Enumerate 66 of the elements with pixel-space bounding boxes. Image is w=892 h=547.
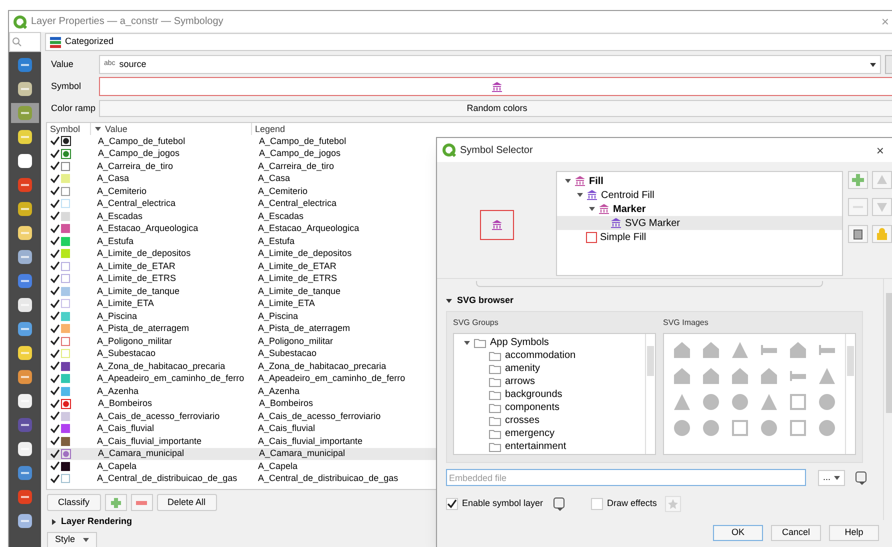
- table-cell-text: A_Limite_de_depositos: [97, 249, 192, 258]
- table-cell-text: A_Campo_de_futebol: [98, 136, 186, 146]
- table-cell-text: A_Estufa: [97, 236, 135, 246]
- table-cell: A_Bombeiros: [259, 399, 314, 408]
- table-cell-text: A_Pista_de_aterragem: [97, 324, 190, 334]
- field-label: Symbol: [51, 80, 82, 93]
- field-label: Value: [51, 58, 74, 71]
- table-cell: A_Pista_de_aterragem: [258, 324, 350, 334]
- table-cell: A_Estufa: [258, 236, 295, 246]
- table-cell: A_Casa: [258, 174, 290, 184]
- table-cell-text: A_Casa: [97, 174, 130, 184]
- panel-label: SVG Images: [663, 317, 710, 329]
- table-cell-text: A_Escadas: [97, 212, 144, 221]
- table-cell-text: A_Capela: [97, 462, 138, 471]
- table-cell-text: A_Limite_de_tanque: [97, 286, 181, 296]
- table-cell: A_Central_de_distribuicao_de_gas: [258, 474, 398, 484]
- table-cell: A_Cemiterio: [258, 186, 308, 196]
- table-cell-text: A_Central_electrica: [97, 199, 177, 208]
- table-cell: A_Apeadeiro_em_caminho_de_ferro: [258, 374, 406, 384]
- table-cell: A_Subestacao: [258, 349, 317, 358]
- table-cell-text: A_Carreira_de_tiro: [97, 162, 174, 171]
- table-cell: A_Campo_de_jogos: [259, 149, 341, 158]
- table-cell: A_Zona_de_habitacao_precaria: [258, 362, 386, 371]
- table-cell-text: A_Limite_de_ETAR: [97, 262, 176, 271]
- table-cell: A_Limite_ETA: [258, 299, 315, 308]
- table-cell: A_Cais_de_acesso_ferroviario: [258, 412, 381, 421]
- table-cell-text: A_Subestacao: [97, 349, 157, 358]
- table-cell-text: A_Azenha: [97, 386, 140, 396]
- table-cell-text: A_Apeadeiro_em_caminho_de_ferro: [97, 374, 246, 384]
- field-value: source: [119, 58, 146, 71]
- checkbox-label: Draw effects: [607, 497, 657, 510]
- table-cell-text: A_Cemiterio: [97, 186, 148, 196]
- table-cell: A_Poligono_militar: [258, 336, 334, 346]
- table-cell: A_Azenha: [258, 386, 300, 396]
- table-cell: A_Capela: [258, 462, 298, 471]
- table-cell: A_Limite_de_tanque: [258, 286, 341, 296]
- table-cell: A_Central_electrica: [258, 199, 337, 208]
- field-label: Color ramp: [51, 102, 97, 115]
- table-cell-text: A_Central_de_distribuicao_de_gas: [97, 474, 238, 484]
- table-cell-text: A_Cais_de_acesso_ferroviario: [97, 412, 221, 421]
- table-cell: A_Escadas: [258, 212, 304, 221]
- checkbox-label: Enable symbol layer: [462, 497, 544, 510]
- table-cell: A_Cais_fluvial_importante: [258, 436, 363, 446]
- table-cell-text: A_Piscina: [97, 312, 138, 321]
- panel-label: SVG Groups: [453, 317, 500, 329]
- dialog-title: Symbol Selector: [460, 144, 533, 158]
- table-cell-text: A_Limite_de_ETRS: [97, 274, 178, 284]
- table-cell: A_Limite_de_ETRS: [258, 274, 338, 284]
- table-cell: A_Piscina: [258, 312, 298, 321]
- table-cell-text: A_Camara_municipal: [98, 449, 186, 458]
- table-cell: A_Carreira_de_tiro: [258, 162, 334, 171]
- table-cell-text: A_Estacao_Arqueologica: [97, 224, 200, 234]
- table-cell: A_Limite_de_depositos: [258, 249, 352, 258]
- table-cell-text: A_Cais_fluvial: [97, 424, 156, 434]
- table-cell: A_Limite_de_ETAR: [258, 262, 336, 271]
- window-title: Layer Properties — a_constr — Symbology: [31, 15, 224, 29]
- table-cell-text: A_Cais_fluvial_importante: [97, 436, 203, 446]
- table-cell-text: A_Bombeiros: [98, 399, 154, 408]
- table-cell-text: A_Campo_de_jogos: [98, 149, 181, 158]
- table-cell-text: A_Zona_de_habitacao_precaria: [97, 362, 226, 371]
- table-cell-text: A_Poligono_militar: [97, 336, 174, 346]
- table-cell: A_Camara_municipal: [259, 449, 346, 458]
- table-cell: A_Cais_fluvial: [258, 424, 316, 434]
- table-cell: A_Campo_de_futebol: [259, 136, 346, 146]
- table-cell-text: A_Limite_ETA: [97, 299, 155, 308]
- table-cell: A_Estacao_Arqueologica: [258, 224, 360, 234]
